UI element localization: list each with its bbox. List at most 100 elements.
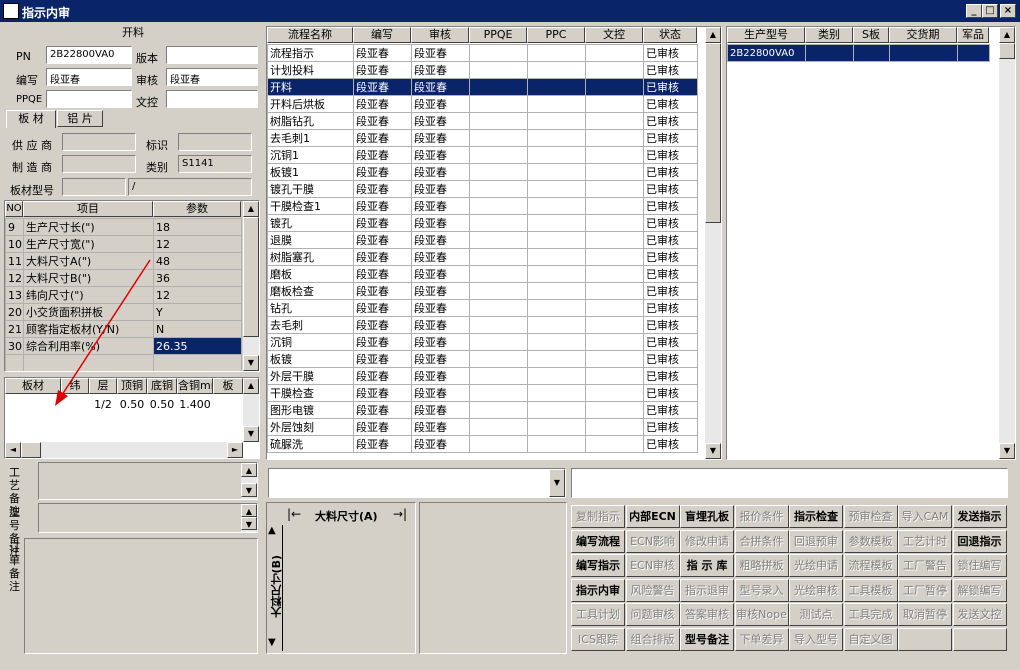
action-button[interactable]: 自定义图 bbox=[843, 627, 898, 651]
flow-row[interactable]: 沉铜1 段亚春 段亚春 已审核 bbox=[267, 146, 698, 164]
scroll-up-icon[interactable]: ▲ bbox=[243, 201, 259, 217]
flow-row[interactable]: 图形电镀 段亚春 段亚春 已审核 bbox=[267, 401, 698, 419]
mark-field[interactable] bbox=[178, 133, 252, 151]
scroll-thumb[interactable] bbox=[999, 43, 1015, 59]
wenkong-field[interactable] bbox=[166, 90, 258, 108]
action-button[interactable]: 流程模板 bbox=[843, 554, 898, 577]
action-button[interactable]: 粗略拼板 bbox=[734, 554, 789, 577]
scroll-up-icon[interactable]: ▲ bbox=[705, 27, 721, 43]
reviewer-field[interactable]: 段亚春 bbox=[166, 68, 258, 86]
action-button[interactable]: 内部ECN bbox=[625, 505, 680, 528]
scroll-down-icon[interactable]: ▼ bbox=[241, 483, 257, 497]
minimize-button[interactable]: _ bbox=[966, 4, 982, 18]
flow-row[interactable]: 磨板检查 段亚春 段亚春 已审核 bbox=[267, 282, 698, 300]
prod-row[interactable]: 2B22800VA0 bbox=[727, 44, 990, 62]
flow-scrollbar[interactable]: ▲ ▼ bbox=[705, 27, 721, 459]
category-field[interactable]: S1141 bbox=[178, 155, 252, 173]
material-vscroll[interactable]: ▲ ▼ bbox=[243, 378, 259, 442]
action-button[interactable]: 指 示 库 bbox=[680, 554, 734, 577]
flow-row[interactable]: 树脂钻孔 段亚春 段亚春 已审核 bbox=[267, 112, 698, 130]
note-input[interactable] bbox=[571, 468, 1008, 498]
flow-row[interactable]: 去毛刺1 段亚春 段亚春 已审核 bbox=[267, 129, 698, 147]
flow-row[interactable]: 镀孔 段亚春 段亚春 已审核 bbox=[267, 214, 698, 232]
flow-row[interactable]: 开料 段亚春 段亚春 已审核 bbox=[267, 78, 698, 96]
scroll-left-icon[interactable]: ◄ bbox=[5, 442, 21, 458]
version-field[interactable] bbox=[166, 46, 258, 64]
editor-field[interactable]: 段亚春 bbox=[46, 68, 132, 86]
flow-row[interactable]: 钻孔 段亚春 段亚春 已审核 bbox=[267, 299, 698, 317]
action-button[interactable]: 发送指示 bbox=[952, 505, 1007, 528]
action-button[interactable]: 编写流程 bbox=[571, 529, 625, 553]
action-button[interactable]: 解锁编写 bbox=[952, 578, 1007, 602]
flow-header[interactable]: 流程名称 bbox=[267, 27, 353, 43]
action-button[interactable] bbox=[898, 627, 952, 651]
flow-row[interactable]: 计划投料 段亚春 段亚春 已审核 bbox=[267, 61, 698, 79]
flow-row[interactable]: 开料后烘板 段亚春 段亚春 已审核 bbox=[267, 95, 698, 113]
action-button[interactable]: 下单差异 bbox=[734, 627, 789, 651]
maker-field[interactable] bbox=[62, 155, 136, 173]
action-button[interactable]: 回退指示 bbox=[952, 529, 1007, 553]
scroll-up-icon[interactable]: ▲ bbox=[241, 504, 257, 517]
model-remark-field[interactable]: ▲ ▼ bbox=[38, 503, 258, 533]
action-button[interactable]: 工具完成 bbox=[843, 603, 898, 626]
flow-header[interactable]: 文控 bbox=[585, 27, 643, 43]
process-select[interactable]: ▼ bbox=[268, 468, 566, 498]
prod-scrollbar[interactable]: ▲ ▼ bbox=[999, 27, 1015, 459]
action-button[interactable]: 问题审核 bbox=[625, 603, 680, 626]
scroll-down-icon[interactable]: ▼ bbox=[243, 426, 259, 442]
flow-row[interactable]: 镀孔干膜 段亚春 段亚春 已审核 bbox=[267, 180, 698, 198]
action-button[interactable]: 合拼条件 bbox=[734, 529, 789, 553]
ppqe-field[interactable] bbox=[46, 90, 132, 108]
action-button[interactable]: 修改申请 bbox=[680, 529, 734, 553]
chevron-down-icon[interactable]: ▼ bbox=[549, 469, 565, 497]
action-button[interactable]: 工厂暂停 bbox=[898, 578, 952, 602]
action-button[interactable]: 回退预审 bbox=[789, 529, 843, 553]
action-button[interactable]: 盲埋孔板 bbox=[680, 505, 734, 528]
scroll-down-icon[interactable]: ▼ bbox=[705, 443, 721, 459]
scroll-right-icon[interactable]: ► bbox=[227, 442, 243, 458]
action-button[interactable]: 型号录入 bbox=[734, 578, 789, 602]
flow-header[interactable]: 编写 bbox=[353, 27, 411, 43]
action-button[interactable]: 测试点 bbox=[789, 603, 843, 626]
action-button[interactable]: 复制指示 bbox=[571, 505, 625, 528]
flow-row[interactable]: 流程指示 段亚春 段亚春 已审核 bbox=[267, 44, 698, 62]
action-button[interactable]: 工艺计时 bbox=[898, 529, 952, 553]
flow-header[interactable]: PPQE bbox=[469, 27, 527, 43]
close-button[interactable]: × bbox=[1000, 4, 1016, 18]
action-button[interactable]: 工具计划 bbox=[571, 603, 625, 626]
flow-row[interactable]: 板镀1 段亚春 段亚春 已审核 bbox=[267, 163, 698, 181]
flow-row[interactable]: 退膜 段亚春 段亚春 已审核 bbox=[267, 231, 698, 249]
action-button[interactable]: 工具模板 bbox=[843, 578, 898, 602]
action-button[interactable]: 报价条件 bbox=[734, 505, 789, 528]
prod-header[interactable]: 生产型号 bbox=[727, 27, 805, 43]
action-button[interactable]: 导入型号 bbox=[789, 627, 843, 651]
scroll-down-icon[interactable]: ▼ bbox=[999, 443, 1015, 459]
flow-row[interactable]: 外层干膜 段亚春 段亚春 已审核 bbox=[267, 367, 698, 385]
flow-row[interactable]: 硫脲洗 段亚春 段亚春 已审核 bbox=[267, 435, 698, 453]
flow-row[interactable]: 磨板 段亚春 段亚春 已审核 bbox=[267, 265, 698, 283]
action-button[interactable]: 型号备注 bbox=[680, 627, 734, 651]
params-row[interactable]: 9 生产尺寸长(") 18 bbox=[5, 218, 242, 236]
flow-header[interactable]: 审核 bbox=[411, 27, 469, 43]
material-hscroll[interactable]: ◄ ► bbox=[5, 442, 243, 458]
flow-row[interactable]: 板镀 段亚春 段亚春 已审核 bbox=[267, 350, 698, 368]
prod-header[interactable]: 军品 bbox=[957, 27, 989, 43]
tab-aluminum[interactable]: 铝 片 bbox=[57, 110, 103, 127]
flow-header[interactable]: PPC bbox=[527, 27, 585, 43]
scroll-up-icon[interactable]: ▲ bbox=[243, 378, 259, 394]
prod-header[interactable]: S板 bbox=[853, 27, 889, 43]
action-button[interactable]: 工厂警告 bbox=[898, 554, 952, 577]
action-button[interactable]: ECN审核 bbox=[625, 554, 680, 577]
params-scrollbar[interactable]: ▲ ▼ bbox=[243, 201, 259, 371]
action-button[interactable]: 参数模板 bbox=[843, 529, 898, 553]
flow-row[interactable]: 沉铜 段亚春 段亚春 已审核 bbox=[267, 333, 698, 351]
action-button[interactable]: 组合排版 bbox=[625, 627, 680, 651]
action-button[interactable]: ICS跟踪 bbox=[571, 627, 625, 651]
action-button[interactable]: 风险警告 bbox=[625, 578, 680, 602]
action-button[interactable]: ECN影响 bbox=[625, 529, 680, 553]
scroll-thumb[interactable] bbox=[243, 217, 259, 337]
action-button[interactable]: 导入CAM bbox=[898, 505, 952, 528]
action-button[interactable]: 预审检查 bbox=[843, 505, 898, 528]
prod-header[interactable]: 交货期 bbox=[889, 27, 957, 43]
flow-row[interactable]: 外层蚀刻 段亚春 段亚春 已审核 bbox=[267, 418, 698, 436]
